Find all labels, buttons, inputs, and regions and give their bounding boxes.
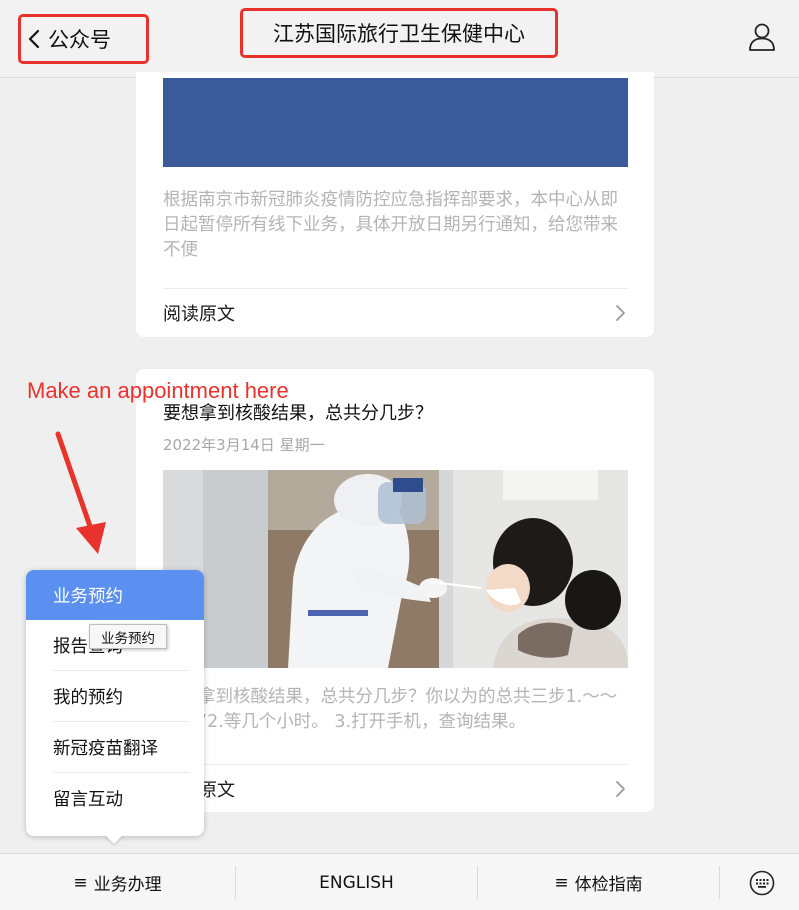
page-title: 江苏国际旅行卫生保健中心 <box>273 22 525 46</box>
tab-business[interactable]: ≡ 业务办理 <box>0 854 235 910</box>
article-excerpt: 要想拿到核酸结果，总共分几步？你以为的总共三步1.～～～～”2.等几个小时。 3… <box>163 687 618 732</box>
article-excerpt: 根据南京市新冠肺炎疫情防控应急指挥部要求，本中心从即日起暂停所有线下业务，具体开… <box>163 190 618 260</box>
article-banner-image <box>163 78 628 167</box>
tab-label: 体检指南 <box>574 875 643 895</box>
tooltip: 业务预约 <box>89 624 167 649</box>
menu-item-appointment[interactable]: 业务预约 <box>26 570 204 620</box>
annotation-arrow-icon <box>55 431 106 554</box>
divider <box>163 764 628 765</box>
tab-health-check-guide[interactable]: ≡ 体检指南 <box>478 854 719 910</box>
read-original-link[interactable]: 阅读原文 <box>163 291 628 335</box>
service-popup-menu: 业务预约 报告查询 我的预约 新冠疫苗翻译 留言互动 <box>26 570 204 836</box>
list-menu-icon: ≡ <box>73 872 88 893</box>
tab-label: ENGLISH <box>319 872 394 893</box>
back-button[interactable]: 公众号 <box>18 14 149 64</box>
chevron-right-icon <box>616 305 625 321</box>
article-date: 2022年3月14日 星期一 <box>163 436 325 454</box>
tab-english[interactable]: ENGLISH <box>236 854 477 910</box>
chevron-left-icon <box>28 29 40 49</box>
article-photo <box>163 470 628 668</box>
user-profile-icon[interactable] <box>747 22 777 52</box>
annotation-text: Make an appointment here <box>27 378 289 403</box>
navigation-bar: 公众号 江苏国际旅行卫生保健中心 <box>0 0 799 78</box>
menu-pointer <box>104 834 124 844</box>
divider <box>163 288 628 289</box>
bottom-menu-bar: ≡ 业务办理 ENGLISH ≡ 体检指南 <box>0 853 799 910</box>
tab-label: 业务办理 <box>93 875 162 895</box>
keyboard-icon[interactable] <box>749 870 775 896</box>
menu-item-message-board[interactable]: 留言互动 <box>26 773 204 823</box>
list-menu-icon: ≡ <box>554 872 569 893</box>
tab-divider <box>719 866 720 899</box>
article-card[interactable]: 根据南京市新冠肺炎疫情防控应急指挥部要求，本中心从即日起暂停所有线下业务，具体开… <box>136 72 654 337</box>
chevron-right-icon <box>616 781 625 797</box>
read-original-label: 阅读原文 <box>163 304 235 325</box>
back-label: 公众号 <box>48 28 111 52</box>
read-original-link[interactable]: 阅读原文 <box>163 767 628 811</box>
menu-item-vaccine-translation[interactable]: 新冠疫苗翻译 <box>26 722 204 772</box>
article-card[interactable]: 要想拿到核酸结果，总共分几步？ 2022年3月14日 星期一 要想拿到核酸结果，… <box>136 369 654 812</box>
menu-item-my-appointments[interactable]: 我的预约 <box>26 671 204 721</box>
